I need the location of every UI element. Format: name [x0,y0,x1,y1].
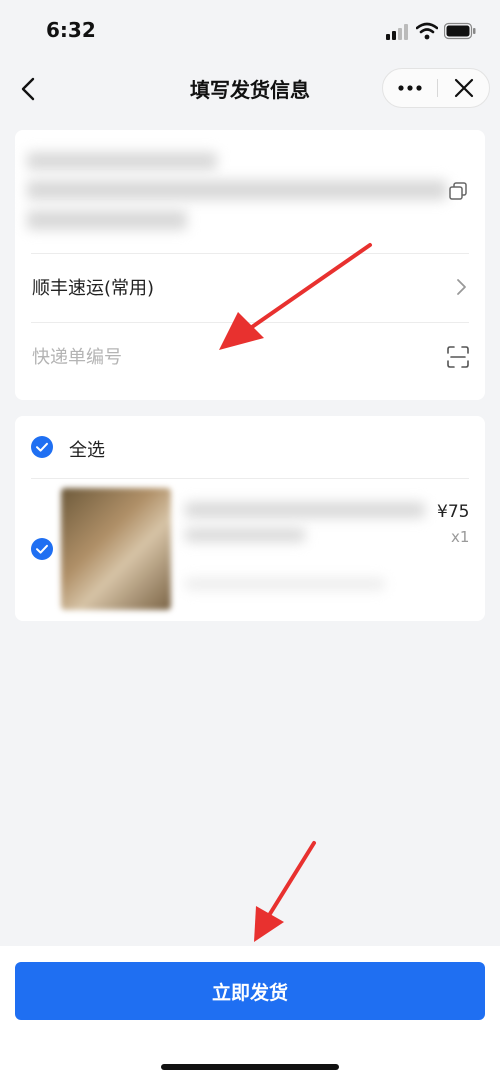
more-button[interactable] [383,69,437,107]
product-quantity: x1 [451,528,470,546]
close-icon [454,78,474,98]
status-bar: 6:32 [0,0,500,60]
ship-now-button[interactable]: 立即发货 [15,962,485,1020]
courier-selector[interactable]: 顺丰速运(常用) [15,254,485,320]
copy-icon[interactable] [449,182,467,200]
annotation-arrow-ship [254,841,316,942]
scan-icon[interactable] [447,346,469,368]
more-dots-icon [398,85,422,91]
product-price: ¥75 [437,502,470,522]
home-indicator [161,1064,339,1070]
shipping-info-card: 顺丰速运(常用) [15,130,485,400]
checkmark-circle-icon[interactable] [31,538,53,560]
redacted-address-line [27,210,187,230]
close-button[interactable] [438,69,490,107]
signal-icon [386,24,408,40]
tracking-number-input[interactable] [32,342,412,372]
battery-icon [444,22,476,40]
wifi-icon [416,22,438,40]
mini-program-capsule [382,68,490,108]
select-all-row[interactable]: 全选 [15,416,485,478]
bottom-action-bar: 立即发货 [0,946,500,1082]
checkmark-circle-icon[interactable] [31,436,53,458]
redacted-address-line [27,180,447,200]
courier-label: 顺丰速运(常用) [32,278,155,299]
nav-bar: 填写发货信息 [0,62,500,116]
redacted-product-title [185,502,425,518]
goods-card: 全选 ¥75 x1 [15,416,485,621]
divider [31,322,469,323]
product-image [61,488,171,610]
redacted-product-title [185,528,305,542]
select-all-label: 全选 [69,440,105,461]
tracking-number-row [15,324,485,390]
status-time: 6:32 [46,18,96,42]
chevron-right-icon [457,279,466,295]
redacted-product-spec [185,578,385,590]
redacted-address-line [27,152,217,170]
goods-item: ¥75 x1 [15,478,485,621]
